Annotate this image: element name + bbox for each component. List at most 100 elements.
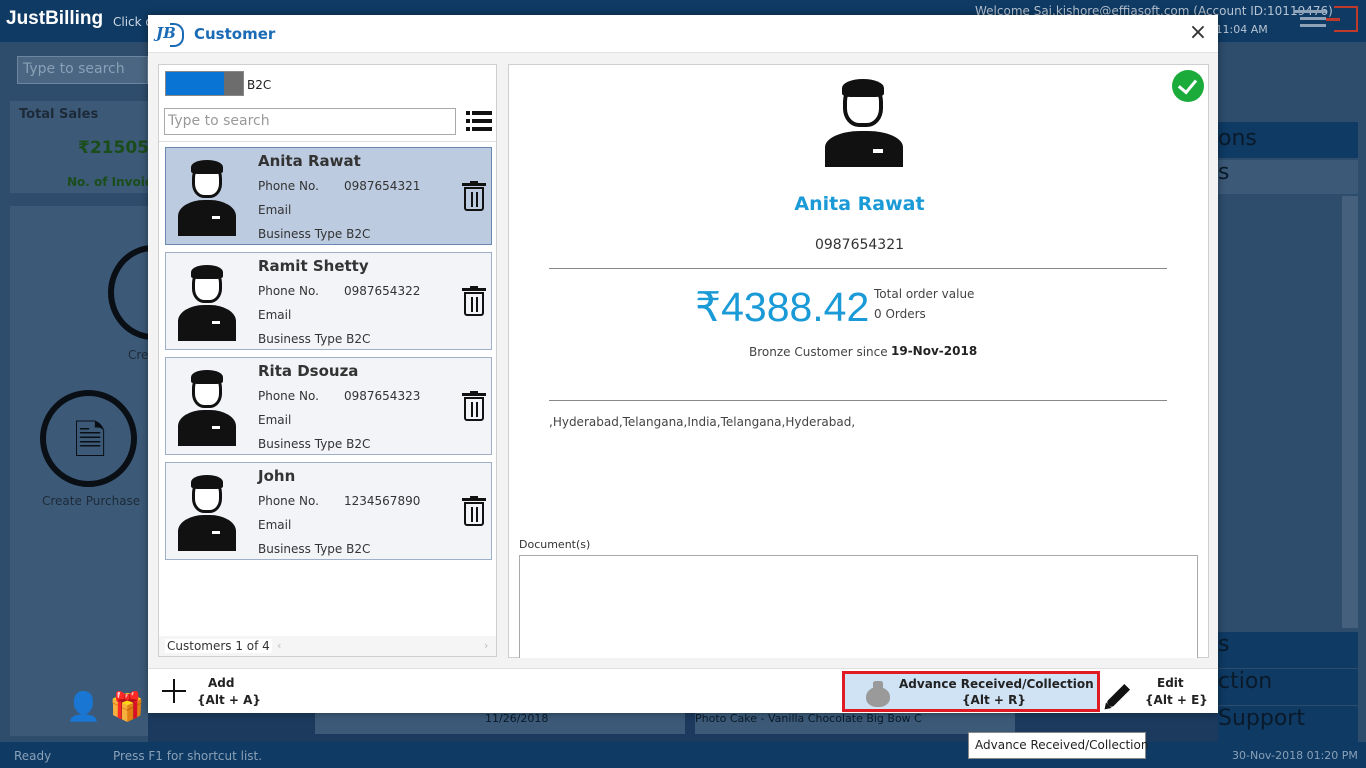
- add-button[interactable]: Add {Alt + A}: [158, 676, 268, 710]
- customer-card[interactable]: Ramit Shetty Phone No. 0987654322 Email …: [165, 252, 492, 350]
- customer-dialog: JB Customer × B2C Type to search Anita R…: [148, 15, 1218, 713]
- tooltip: Advance Received/Collection: [968, 732, 1148, 759]
- customer-list[interactable]: Anita Rawat Phone No. 0987654321 Email B…: [159, 141, 496, 631]
- customer-phone: 0987654322: [344, 284, 421, 298]
- customer-search-input[interactable]: Type to search: [164, 108, 456, 135]
- right-menu-item[interactable]: s: [1218, 160, 1358, 194]
- bottom-strip: Photo Cake - Vanilla Chocolate Big Bow C: [695, 712, 1015, 734]
- click-hint: Click o: [113, 15, 153, 29]
- background-search-input[interactable]: Type to search: [17, 56, 148, 84]
- documents-label: Document(s): [519, 538, 591, 551]
- status-hint: Press F1 for shortcut list.: [113, 749, 263, 763]
- documents-box[interactable]: [519, 555, 1198, 658]
- customer-count: Customers 1 of 4: [165, 639, 272, 653]
- total-sales-value: ₹21505.: [78, 138, 156, 158]
- customer-avatar-icon: [176, 265, 238, 341]
- menu-icon[interactable]: [1294, 10, 1326, 30]
- right-menu-item[interactable]: ons: [1218, 122, 1358, 158]
- advance-shortcut: {Alt + R}: [962, 693, 1026, 707]
- customer-avatar-icon: [176, 370, 238, 446]
- check-icon: [1172, 70, 1204, 102]
- phone-label: Phone No.: [258, 389, 319, 403]
- pencil-icon: [1105, 683, 1131, 709]
- phone-label: Phone No.: [258, 284, 319, 298]
- customer-address: ,Hyderabad,Telangana,India,Telangana,Hyd…: [549, 415, 856, 429]
- customer-phone: 1234567890: [344, 494, 421, 508]
- customer-card[interactable]: Anita Rawat Phone No. 0987654321 Email B…: [165, 147, 492, 245]
- phone-label: Phone No.: [258, 179, 319, 193]
- customer-avatar-icon: [823, 79, 905, 167]
- advance-label: Advance Received/Collection: [899, 677, 1094, 691]
- customer-name: Ramit Shetty: [258, 257, 369, 275]
- create-label: Cre: [128, 348, 149, 362]
- status-bar: Ready Press F1 for shortcut list. 30-Nov…: [0, 742, 1366, 768]
- right-tab[interactable]: s: [1218, 632, 1358, 668]
- create-purchase-icon[interactable]: [40, 390, 137, 487]
- customer-name: John: [258, 467, 296, 485]
- add-label: Add: [208, 676, 235, 690]
- delete-customer-icon[interactable]: [462, 286, 486, 316]
- status-ready: Ready: [14, 749, 52, 763]
- bottom-strip: 11/26/2018: [315, 712, 685, 734]
- customer-since-label: Bronze Customer since: [749, 345, 888, 359]
- create-purchase-label: Create Purchase: [42, 494, 141, 508]
- logout-icon[interactable]: [1326, 6, 1358, 32]
- order-count: 0 Orders: [874, 307, 926, 321]
- customer-since-date: 19-Nov-2018: [891, 344, 978, 358]
- total-sales-label: Total Sales: [19, 107, 99, 122]
- right-scrollbar[interactable]: [1342, 196, 1358, 628]
- right-tab-support[interactable]: Support: [1218, 706, 1358, 742]
- customer-avatar-icon: [176, 475, 238, 551]
- edit-label: Edit: [1157, 676, 1184, 690]
- detail-phone: 0987654321: [814, 237, 905, 253]
- dialog-title: Customer: [194, 25, 276, 43]
- customer-name: Rita Dsouza: [258, 362, 359, 380]
- divider: [549, 268, 1167, 269]
- scroll-left-icon[interactable]: ‹: [277, 639, 281, 652]
- customer-name: Anita Rawat: [258, 152, 361, 170]
- business-type: Business Type B2C: [258, 227, 371, 241]
- customer-avatar-icon: [176, 160, 238, 236]
- list-view-icon[interactable]: [466, 111, 492, 133]
- total-order-value: ₹4388.42: [695, 284, 870, 330]
- email-label: Email: [258, 308, 292, 322]
- invoices-label: No. of Invoic: [67, 175, 152, 189]
- business-type: Business Type B2C: [258, 332, 371, 346]
- scroll-right-icon[interactable]: ›: [484, 639, 488, 652]
- bottom-shortcut-icons[interactable]: 👤 🎁: [66, 690, 145, 723]
- business-type: Business Type B2C: [258, 542, 371, 556]
- edit-shortcut: {Alt + E}: [1145, 693, 1208, 707]
- delete-customer-icon[interactable]: [462, 496, 486, 526]
- total-order-value-label: Total order value: [874, 287, 975, 301]
- email-label: Email: [258, 203, 292, 217]
- jb-logo-icon: JB: [156, 23, 184, 47]
- email-label: Email: [258, 518, 292, 532]
- money-bag-icon: [865, 681, 891, 707]
- advance-received-button[interactable]: Advance Received/Collection {Alt + R}: [842, 671, 1100, 712]
- email-label: Email: [258, 413, 292, 427]
- add-shortcut: {Alt + A}: [197, 693, 261, 707]
- plus-icon: [162, 679, 186, 703]
- detail-customer-name: Anita Rawat: [794, 193, 925, 215]
- status-date: 30-Nov-2018 01:20 PM: [1232, 749, 1358, 762]
- toggle-knob[interactable]: [224, 72, 243, 95]
- app-logo[interactable]: JustBilling: [6, 8, 103, 30]
- right-tab[interactable]: ction: [1218, 669, 1358, 705]
- customer-detail-panel: Anita Rawat 0987654321 ₹4388.42 Total or…: [508, 64, 1209, 658]
- phone-label: Phone No.: [258, 494, 319, 508]
- customer-list-panel: B2C Type to search Anita Rawat Phone No.…: [158, 64, 497, 657]
- list-footer: Customers 1 of 4 ‹ ›: [159, 636, 496, 656]
- dialog-header: JB Customer ×: [148, 15, 1218, 53]
- business-type: Business Type B2C: [258, 437, 371, 451]
- close-button[interactable]: ×: [1186, 21, 1210, 45]
- customer-card[interactable]: John Phone No. 1234567890 Email Business…: [165, 462, 492, 560]
- customer-phone: 0987654323: [344, 389, 421, 403]
- b2c-toggle[interactable]: [165, 71, 244, 96]
- action-bar: Add {Alt + A} Advance Received/Collectio…: [148, 668, 1218, 713]
- delete-customer-icon[interactable]: [462, 181, 486, 211]
- edit-button[interactable]: Edit {Alt + E}: [1105, 676, 1208, 710]
- customer-card[interactable]: Rita Dsouza Phone No. 0987654323 Email B…: [165, 357, 492, 455]
- delete-customer-icon[interactable]: [462, 391, 486, 421]
- divider: [549, 400, 1167, 401]
- toggle-label: B2C: [247, 78, 272, 92]
